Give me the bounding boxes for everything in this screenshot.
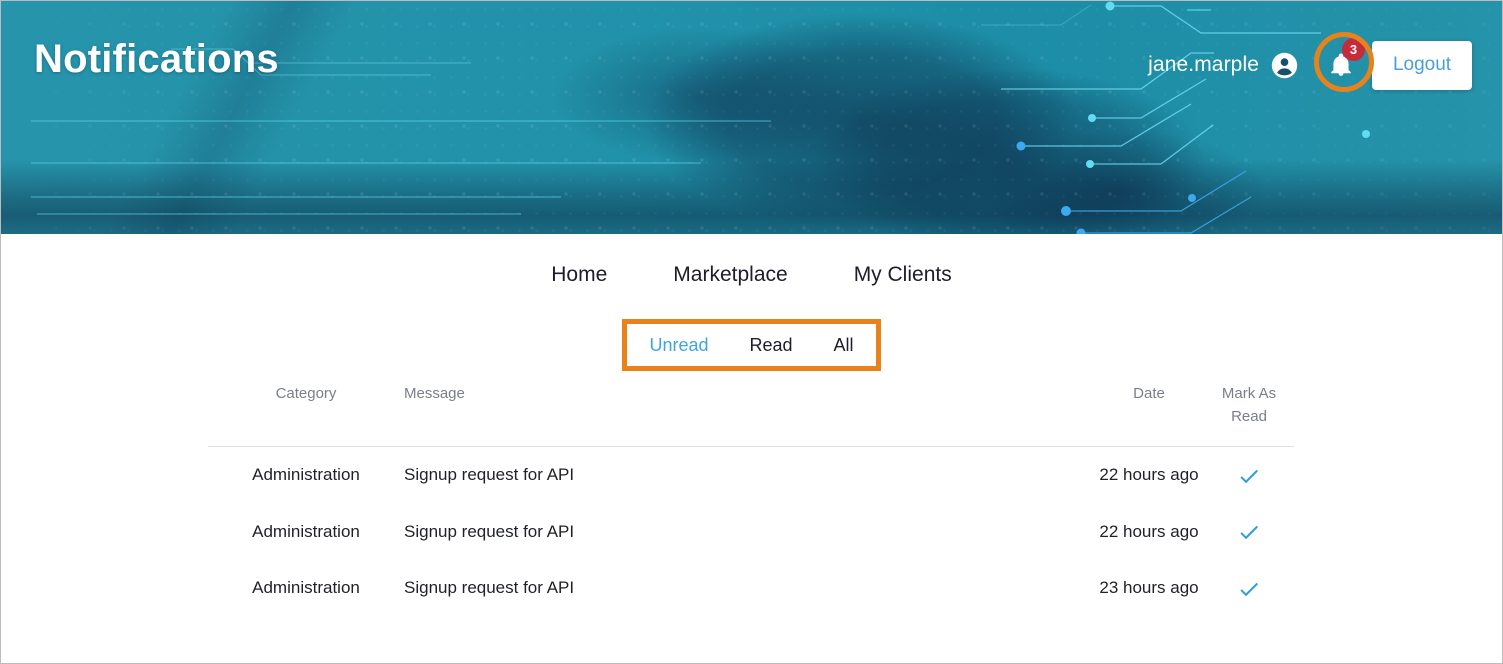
cell-category: Administration <box>208 447 404 504</box>
column-header-mark-as-read: Mark As Read <box>1204 377 1294 447</box>
table-row: AdministrationSignup request for API 22 h… <box>208 447 1294 504</box>
table-row: AdministrationSignup request for API 23 h… <box>208 560 1294 617</box>
table-body: AdministrationSignup request for API 22 h… <box>208 447 1294 617</box>
page-banner: Notifications jane.marple 3 Logout <box>1 1 1502 234</box>
column-header-spacer <box>874 377 1094 447</box>
notifications-table: Category Message Date Mark As Read Admin… <box>208 377 1294 617</box>
tab-unread[interactable]: Unread <box>649 335 708 356</box>
notification-count-badge: 3 <box>1342 38 1365 61</box>
cell-category: Administration <box>208 560 404 617</box>
check-icon <box>1237 577 1261 601</box>
column-header-message: Message <box>404 377 874 447</box>
page-title: Notifications <box>34 37 279 82</box>
column-header-date: Date <box>1094 377 1204 447</box>
nav-item-my-clients[interactable]: My Clients <box>854 263 952 287</box>
notification-filter-tabs: Unread Read All <box>622 319 881 371</box>
mark-as-read-button[interactable] <box>1237 465 1261 484</box>
notifications-bell-button[interactable]: 3 <box>1318 42 1364 88</box>
nav-item-home[interactable]: Home <box>551 263 607 287</box>
table-head: Category Message Date Mark As Read <box>208 377 1294 447</box>
notifications-table-wrap: Category Message Date Mark As Read Admin… <box>208 377 1294 617</box>
table-row: AdministrationSignup request for API 22 h… <box>208 504 1294 561</box>
cell-message: Signup request for API <box>404 504 874 561</box>
cell-spacer <box>874 504 1094 561</box>
cell-date: 22 hours ago <box>1094 447 1204 504</box>
cell-mark-as-read <box>1204 447 1294 504</box>
cell-message: Signup request for API <box>404 560 874 617</box>
tab-read[interactable]: Read <box>750 335 793 356</box>
cell-mark-as-read <box>1204 560 1294 617</box>
cell-date: 23 hours ago <box>1094 560 1204 617</box>
nav-item-marketplace[interactable]: Marketplace <box>673 263 787 287</box>
column-header-category: Category <box>208 377 404 447</box>
username-label: jane.marple <box>1148 53 1259 77</box>
cell-mark-as-read <box>1204 504 1294 561</box>
main-navigation: Home Marketplace My Clients <box>1 263 1502 287</box>
check-icon <box>1237 520 1261 544</box>
cell-category: Administration <box>208 504 404 561</box>
account-circle-icon[interactable] <box>1271 52 1298 79</box>
cell-spacer <box>874 447 1094 504</box>
check-icon <box>1237 464 1261 488</box>
cell-message: Signup request for API <box>404 447 874 504</box>
cell-date: 22 hours ago <box>1094 504 1204 561</box>
mark-as-read-button[interactable] <box>1237 578 1261 597</box>
table-header-row: Category Message Date Mark As Read <box>208 377 1294 447</box>
header-user-area: jane.marple 3 Logout <box>1148 39 1502 91</box>
circuit-pattern-overlay <box>1 1 1502 234</box>
tab-all[interactable]: All <box>834 335 854 356</box>
logout-button[interactable]: Logout <box>1372 41 1472 90</box>
mark-as-read-button[interactable] <box>1237 522 1261 541</box>
notifications-page: Notifications jane.marple 3 Logout Hom <box>0 0 1503 664</box>
cell-spacer <box>874 560 1094 617</box>
